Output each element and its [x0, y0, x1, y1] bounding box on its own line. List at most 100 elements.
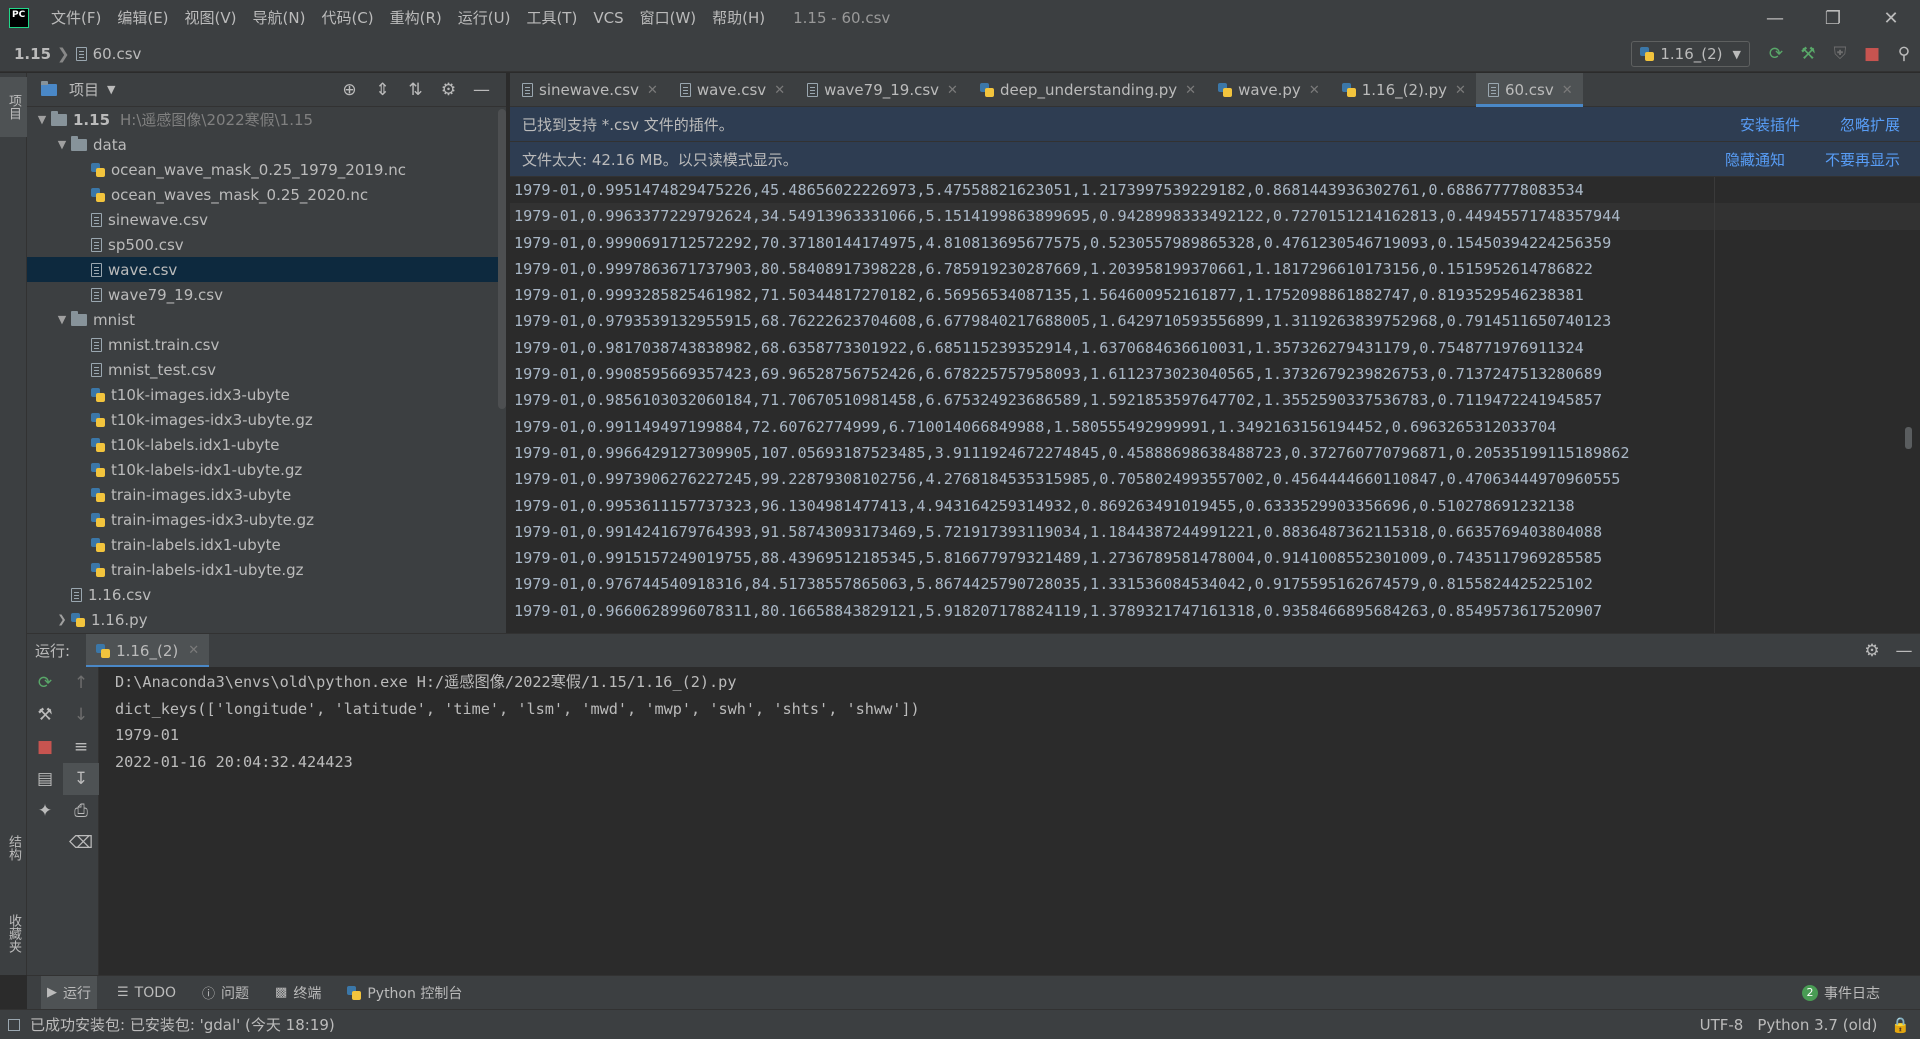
menu-run[interactable]: 运行(U): [450, 0, 519, 36]
menu-code[interactable]: 代码(C): [313, 0, 381, 36]
editor-tab[interactable]: 1.16_(2).py ✕: [1330, 73, 1476, 107]
favorites-tool-tab[interactable]: 收藏夹: [0, 893, 27, 973]
tree-file[interactable]: train-images.idx3-ubyte: [27, 482, 506, 507]
search-icon[interactable]: ⚲: [1888, 36, 1920, 72]
menu-view[interactable]: 视图(V): [177, 0, 245, 36]
stop-icon[interactable]: ■: [27, 731, 63, 763]
problems-tool-tab[interactable]: ⓘ 问题: [196, 976, 255, 1010]
editor-tab[interactable]: wave.py ✕: [1206, 73, 1330, 107]
run-tool-tab[interactable]: ▶ 运行: [41, 975, 97, 1010]
editor-content[interactable]: 1979-01,0.9951474829475226,45.4865602222…: [510, 177, 1920, 633]
tree-file[interactable]: ocean_waves_mask_0.25_2020.nc: [27, 182, 506, 207]
dont-show-again-link[interactable]: 不要再显示: [1825, 149, 1900, 170]
menu-help[interactable]: 帮助(H): [704, 0, 773, 36]
gear-icon[interactable]: ⚙: [1856, 641, 1888, 661]
editor-tab[interactable]: wave79_19.csv ✕: [795, 73, 968, 107]
minimize-icon[interactable]: —: [1746, 0, 1804, 36]
run-console[interactable]: D:\Anaconda3\envs\old\python.exe H:/遥感图像…: [99, 667, 1920, 975]
tree-file[interactable]: ocean_wave_mask_0.25_1979_2019.nc: [27, 157, 506, 182]
breadcrumb-file[interactable]: 60.csv: [93, 45, 142, 63]
project-tool-tab[interactable]: 项目: [0, 77, 27, 137]
rerun-icon[interactable]: ⟳: [1760, 36, 1792, 72]
print-icon[interactable]: ⎙: [63, 795, 99, 827]
scroll-to-end-icon[interactable]: ↧: [63, 763, 99, 795]
project-panel-title[interactable]: 项目: [69, 79, 99, 100]
tree-root[interactable]: ▼ 1.15 H:\遥感图像\2022寒假\1.15: [27, 107, 506, 132]
tree-file[interactable]: wave79_19.csv: [27, 282, 506, 307]
lock-icon[interactable]: 🔒: [1891, 1016, 1910, 1034]
tree-folder[interactable]: ▼ mnist: [27, 307, 506, 332]
breadcrumb-project[interactable]: 1.15: [14, 45, 51, 63]
close-window-icon[interactable]: ✕: [1862, 0, 1920, 36]
status-message[interactable]: 已成功安装包: 已安装包: 'gdal' (今天 18:19): [8, 1014, 335, 1035]
editor-tab[interactable]: 60.csv ✕: [1475, 73, 1583, 107]
chevron-down-icon[interactable]: ▼: [53, 138, 71, 151]
install-plugin-link[interactable]: 安装插件: [1740, 114, 1800, 135]
pin-icon[interactable]: ✦: [27, 795, 63, 827]
todo-tool-tab[interactable]: ☰ TODO: [111, 976, 182, 1010]
arrow-down-icon[interactable]: ↓: [63, 699, 99, 731]
tree-folder[interactable]: ▼ data: [27, 132, 506, 157]
tree-scrollbar[interactable]: [498, 109, 506, 409]
ignore-extension-link[interactable]: 忽略扩展: [1840, 114, 1900, 135]
expand-all-icon[interactable]: ⇕: [366, 80, 399, 100]
run-config-dropdown[interactable]: 1.16_(2) ▼: [1631, 41, 1750, 67]
event-log-tool-tab[interactable]: 2 事件日志: [1802, 983, 1880, 1003]
tree-file[interactable]: t10k-images.idx3-ubyte: [27, 382, 506, 407]
close-icon[interactable]: ✕: [1309, 83, 1320, 98]
hide-notice-link[interactable]: 隐藏通知: [1725, 149, 1785, 170]
tree-file[interactable]: sp500.csv: [27, 232, 506, 257]
tree-file[interactable]: train-labels-idx1-ubyte.gz: [27, 557, 506, 582]
menu-file[interactable]: 文件(F): [43, 0, 109, 36]
wrench-icon[interactable]: ⚒: [27, 699, 63, 731]
rerun-icon[interactable]: ⟳: [27, 667, 63, 699]
menu-tools[interactable]: 工具(T): [518, 0, 585, 36]
coverage-icon[interactable]: ⛨: [1824, 36, 1856, 72]
tree-file[interactable]: ❯ 1.16.py: [27, 607, 506, 632]
locate-file-icon[interactable]: ⊕: [333, 80, 366, 100]
menu-navigate[interactable]: 导航(N): [245, 0, 314, 36]
tree-file[interactable]: sinewave.csv: [27, 207, 506, 232]
layout-icon[interactable]: ▤: [27, 763, 63, 795]
gear-icon[interactable]: ⚙: [432, 80, 465, 100]
editor-tab[interactable]: wave.csv ✕: [668, 73, 795, 107]
soft-wrap-icon[interactable]: ≡: [63, 731, 99, 763]
close-icon[interactable]: ✕: [188, 643, 199, 658]
close-icon[interactable]: ✕: [1562, 83, 1573, 98]
tool-window-toggle-icon[interactable]: [8, 1018, 20, 1031]
chevron-down-icon[interactable]: ▼: [107, 83, 115, 96]
close-icon[interactable]: ✕: [1185, 83, 1196, 98]
terminal-tool-tab[interactable]: ▩ 终端: [269, 976, 327, 1010]
tree-file[interactable]: train-images-idx3-ubyte.gz: [27, 507, 506, 532]
tree-file[interactable]: mnist.train.csv: [27, 332, 506, 357]
tree-file[interactable]: t10k-labels-idx1-ubyte.gz: [27, 457, 506, 482]
python-console-tool-tab[interactable]: Python 控制台: [341, 976, 468, 1010]
tree-file[interactable]: train-labels.idx1-ubyte: [27, 532, 506, 557]
chevron-down-icon[interactable]: ▼: [33, 113, 51, 126]
collapse-all-icon[interactable]: ⇅: [399, 80, 432, 100]
menu-window[interactable]: 窗口(W): [632, 0, 705, 36]
close-icon[interactable]: ✕: [947, 83, 958, 98]
editor-scrollbar[interactable]: [1905, 427, 1912, 449]
chevron-down-icon[interactable]: ▼: [53, 313, 71, 326]
tree-file[interactable]: wave.csv: [27, 257, 506, 282]
stop-icon[interactable]: ■: [1856, 36, 1888, 72]
menu-edit[interactable]: 编辑(E): [109, 0, 176, 36]
close-icon[interactable]: ✕: [647, 83, 658, 98]
editor-tab[interactable]: sinewave.csv ✕: [510, 73, 668, 107]
menu-refactor[interactable]: 重构(R): [382, 0, 450, 36]
encoding-widget[interactable]: UTF-8: [1700, 1016, 1744, 1034]
menu-vcs[interactable]: VCS: [585, 0, 631, 36]
editor-tab[interactable]: deep_understanding.py ✕: [968, 73, 1206, 107]
arrow-up-icon[interactable]: ↑: [63, 667, 99, 699]
interpreter-widget[interactable]: Python 3.7 (old): [1757, 1016, 1877, 1034]
chevron-right-icon[interactable]: ❯: [53, 613, 71, 626]
tree-file[interactable]: t10k-labels.idx1-ubyte: [27, 432, 506, 457]
debug-icon[interactable]: ⚒: [1792, 36, 1824, 72]
hide-panel-icon[interactable]: —: [465, 80, 498, 100]
structure-tool-tab[interactable]: 结构: [0, 813, 27, 883]
tree-file[interactable]: t10k-images-idx3-ubyte.gz: [27, 407, 506, 432]
close-icon[interactable]: ✕: [774, 83, 785, 98]
tree-file[interactable]: mnist_test.csv: [27, 357, 506, 382]
hide-panel-icon[interactable]: —: [1888, 641, 1920, 661]
